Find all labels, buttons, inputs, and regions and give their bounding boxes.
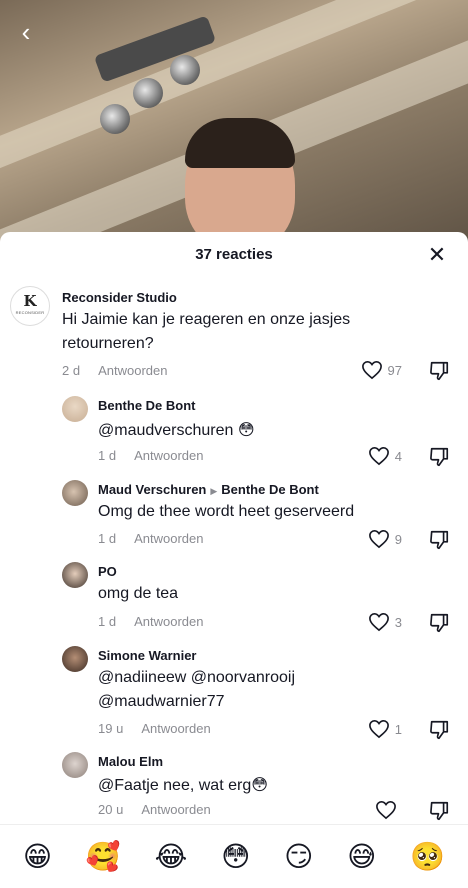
dislike-icon[interactable] [428, 719, 450, 741]
emoji-tears-of-joy-button[interactable]: 😂 [155, 841, 188, 873]
reply-button[interactable]: Antwoorden [141, 802, 210, 817]
avatar[interactable]: K RECONSIDER [10, 286, 50, 326]
comment-time: 20 u [98, 802, 124, 817]
video-background: ‹ [0, 0, 468, 250]
comment-username[interactable]: Benthe De Bont [98, 398, 196, 413]
comment-username[interactable]: PO [98, 564, 117, 579]
comment-meta: 2 d Antwoorden [62, 363, 167, 378]
close-icon[interactable]: ✕ [426, 244, 448, 266]
comment-time: 2 d [62, 363, 81, 378]
comment-meta: 1 d Antwoorden [98, 614, 203, 629]
like-count: 1 [394, 721, 402, 737]
comment-text: @maudverschuren 😳 [98, 422, 255, 439]
like-button[interactable]: 9 [368, 529, 402, 549]
like-count: 9 [394, 531, 402, 547]
heart-icon [361, 360, 382, 380]
dislike-icon[interactable] [428, 800, 450, 822]
avatar[interactable] [62, 752, 88, 778]
comment-text: Hi Jaimie kan je reageren en onze jasjes… [62, 311, 351, 352]
comment-text: @Faatje nee, wat erg😳 [98, 777, 268, 794]
avatar[interactable] [62, 562, 88, 588]
dislike-icon[interactable] [428, 446, 450, 468]
comment-item: Simone Warnier @nadiineew @noorvanrooij … [0, 646, 468, 742]
emoji-pleading-button[interactable]: 🥺 [410, 841, 445, 873]
ceiling-spotlight [133, 78, 163, 108]
comment-item: K RECONSIDER Reconsider Studio Hi Jaimie… [0, 286, 468, 386]
comment-text: omg de tea [98, 585, 179, 602]
avatar[interactable] [62, 396, 88, 422]
reply-target[interactable]: Benthe De Bont [221, 482, 319, 497]
comment-time: 1 d [98, 614, 117, 629]
comments-count-title: 37 reacties [195, 246, 273, 263]
heart-icon [376, 800, 396, 820]
like-count: 4 [394, 448, 402, 464]
reply-button[interactable]: Antwoorden [134, 531, 203, 546]
like-button[interactable] [375, 800, 402, 820]
like-button[interactable]: 4 [368, 446, 402, 466]
dislike-icon[interactable] [428, 612, 450, 634]
like-button[interactable]: 3 [368, 612, 402, 632]
brand-logo-letter: K [23, 292, 37, 310]
comment-username[interactable]: Simone Warnier [98, 648, 196, 663]
emoji-quick-bar: 😁 🥰 😂 😳 😏 😅 🥺 [0, 824, 468, 888]
comment-meta: 1 d Antwoorden [98, 448, 203, 463]
like-count: 97 [387, 362, 402, 378]
dislike-icon[interactable] [428, 529, 450, 551]
comment-meta: 1 d Antwoorden [98, 531, 203, 546]
ceiling-spotlight [100, 104, 130, 134]
emoji-grin-button[interactable]: 😁 [23, 841, 52, 873]
comment-username[interactable]: Reconsider Studio [62, 290, 177, 305]
comments-sheet: 37 reacties ✕ K RECONSIDER Reconsider St… [0, 232, 468, 888]
comment-time: 1 d [98, 448, 117, 463]
like-button[interactable]: 97 [361, 360, 402, 380]
comment-text: Omg de thee wordt heet geserveerd [98, 503, 355, 520]
brand-logo-text: RECONSIDER [15, 310, 45, 315]
emoji-smirk-button[interactable]: 😏 [284, 841, 313, 873]
comment-text-line: @maudwarnier77 [98, 693, 225, 710]
heart-icon [368, 446, 389, 466]
comment-time: 19 u [98, 721, 124, 736]
comment-item: Malou Elm @Faatje nee, wat erg😳 20 u Antw… [0, 752, 468, 824]
comment-item: Benthe De Bont @maudverschuren 😳 1 d Antw… [0, 396, 468, 468]
comment-username: Maud Verschuren ▶ Benthe De Bont [98, 482, 319, 497]
comment-time: 1 d [98, 531, 117, 546]
dislike-icon[interactable] [428, 360, 450, 382]
reply-author[interactable]: Maud Verschuren [98, 482, 206, 497]
comment-item: PO omg de tea 1 d Antwoorden 3 [0, 562, 468, 634]
reply-button[interactable]: Antwoorden [134, 614, 203, 629]
comments-header: 37 reacties ✕ [0, 232, 468, 278]
reply-button[interactable]: Antwoorden [134, 448, 203, 463]
heart-icon [368, 612, 389, 632]
like-button[interactable]: 1 [368, 719, 402, 739]
reply-button[interactable]: Antwoorden [98, 363, 167, 378]
comment-meta: 20 u Antwoorden [98, 802, 211, 817]
comment-text-line: @nadiineew @noorvanrooij [98, 669, 296, 686]
avatar[interactable] [62, 646, 88, 672]
ceiling-spotlight [170, 55, 200, 85]
emoji-sweat-smile-button[interactable]: 😅 [347, 841, 376, 873]
avatar[interactable] [62, 480, 88, 506]
comment-username[interactable]: Malou Elm [98, 754, 163, 769]
like-count: 3 [394, 614, 402, 630]
back-icon[interactable]: ‹ [12, 18, 40, 46]
heart-icon [368, 719, 389, 739]
reply-button[interactable]: Antwoorden [141, 721, 210, 736]
emoji-hearts-button[interactable]: 🥰 [86, 841, 121, 873]
heart-icon [368, 529, 389, 549]
comment-meta: 19 u Antwoorden [98, 721, 211, 736]
emoji-flushed-button[interactable]: 😳 [221, 841, 250, 873]
comment-item: Maud Verschuren ▶ Benthe De Bont Omg de th… [0, 480, 468, 550]
reply-arrow-icon: ▶ [210, 486, 218, 496]
